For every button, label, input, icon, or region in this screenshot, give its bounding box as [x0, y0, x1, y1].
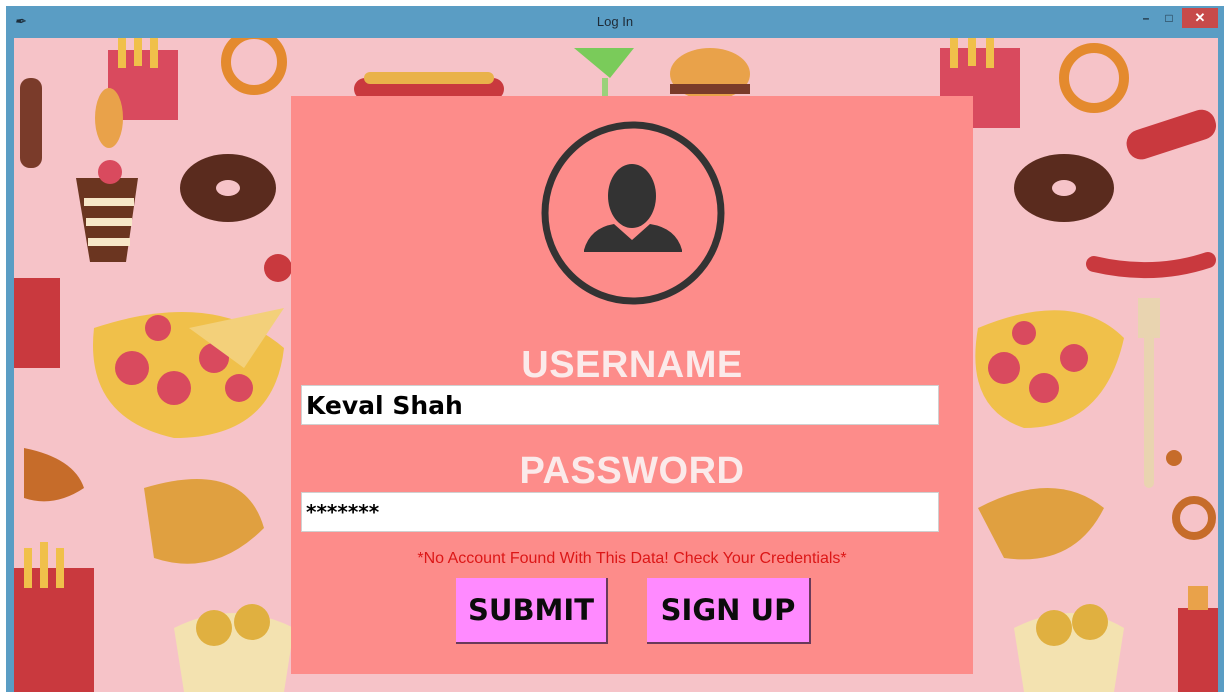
minimize-button[interactable]: – [1136, 8, 1156, 28]
user-avatar-icon [541, 121, 725, 305]
window-title: Log In [596, 14, 634, 29]
submit-button[interactable]: SUBMIT [456, 578, 608, 644]
username-input[interactable] [301, 385, 939, 425]
food-pattern-background: USERNAME PASSWORD *No Account Found With… [14, 38, 1218, 692]
close-button[interactable]: ✕ [1182, 8, 1218, 28]
password-input[interactable] [301, 492, 939, 532]
maximize-button[interactable]: □ [1159, 8, 1179, 28]
login-panel: USERNAME PASSWORD *No Account Found With… [291, 96, 973, 674]
error-message: *No Account Found With This Data! Check … [417, 550, 847, 567]
login-window: ✒ Log In – □ ✕ USERNAME Keval Shah PASSW… [6, 6, 1224, 692]
username-label: USERNAME [521, 344, 743, 386]
password-label: PASSWORD [519, 450, 745, 492]
title-bar[interactable]: ✒ Log In – □ ✕ [6, 6, 1224, 38]
sign-up-button[interactable]: SIGN UP [647, 578, 811, 644]
